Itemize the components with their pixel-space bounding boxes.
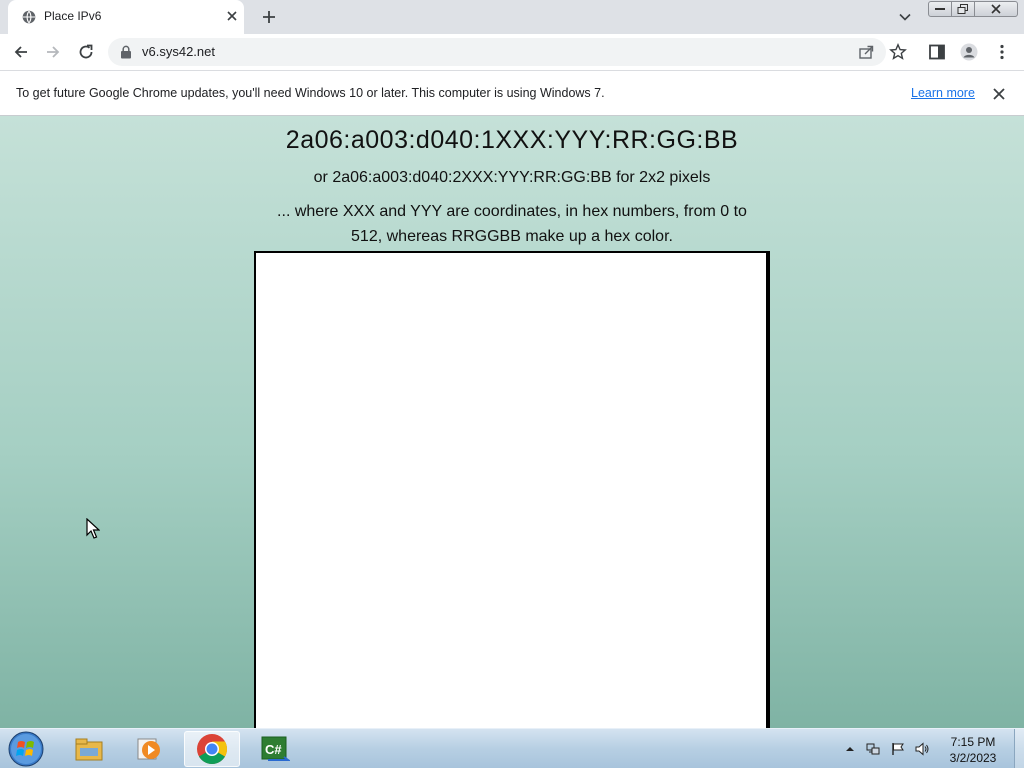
update-infobar: To get future Google Chrome updates, you… xyxy=(0,71,1024,116)
system-clock[interactable]: 7:15 PM 3/2/2023 xyxy=(945,734,1001,766)
star-icon[interactable] xyxy=(889,43,907,61)
chevron-down-icon[interactable] xyxy=(898,10,912,24)
taskbar-csharp[interactable]: C# xyxy=(247,731,303,767)
infobar-message: To get future Google Chrome updates, you… xyxy=(16,86,605,100)
csharp-icon: C# xyxy=(261,736,290,761)
network-icon[interactable] xyxy=(866,742,880,756)
action-center-flag-icon[interactable] xyxy=(891,742,905,756)
mouse-cursor-icon xyxy=(86,518,100,539)
taskbar-explorer[interactable] xyxy=(61,731,117,767)
address-bar[interactable]: v6.sys42.net xyxy=(108,38,886,66)
chrome-icon xyxy=(197,734,228,765)
profile-icon[interactable] xyxy=(960,43,978,61)
share-icon[interactable] xyxy=(858,44,874,60)
tray-expand-icon[interactable] xyxy=(845,742,855,756)
minimize-icon xyxy=(935,8,945,10)
windows-taskbar: C# 7:15 PM 3/2/2023 xyxy=(0,728,1024,768)
restore-button[interactable] xyxy=(951,1,975,17)
tab-title: Place IPv6 xyxy=(44,9,102,23)
taskbar-chrome[interactable] xyxy=(184,731,240,767)
windows-start-icon[interactable] xyxy=(6,730,46,768)
plus-icon[interactable] xyxy=(261,9,277,25)
side-panel-icon[interactable] xyxy=(928,43,946,61)
learn-more-link[interactable]: Learn more xyxy=(911,86,975,100)
clock-time: 7:15 PM xyxy=(950,735,996,749)
close-icon[interactable] xyxy=(992,87,1006,101)
explorer-icon xyxy=(75,738,103,761)
page-content: 2a06:a003:d040:1XXX:YYY:RR:GG:BB or 2a06… xyxy=(0,116,1024,731)
page-subtitle: or 2a06:a003:d040:2XXX:YYY:RR:GG:BB for … xyxy=(313,169,711,186)
volume-icon[interactable] xyxy=(915,742,929,756)
restore-icon xyxy=(957,4,968,14)
page-title: 2a06:a003:d040:1XXX:YYY:RR:GG:BB xyxy=(285,126,739,154)
tab-place-ipv6[interactable]: Place IPv6 xyxy=(8,0,244,34)
taskbar-media-player[interactable] xyxy=(121,731,177,767)
reload-icon[interactable] xyxy=(77,43,95,61)
svg-text:C#: C# xyxy=(265,742,282,757)
lock-icon[interactable] xyxy=(120,45,132,59)
window-close-button[interactable] xyxy=(974,1,1018,17)
url-text[interactable]: v6.sys42.net xyxy=(142,44,215,59)
close-icon[interactable] xyxy=(225,9,239,23)
tab-strip: Place IPv6 xyxy=(0,0,1024,34)
back-icon[interactable] xyxy=(12,43,30,61)
kebab-menu-icon[interactable] xyxy=(993,43,1011,61)
clock-date: 3/2/2023 xyxy=(949,751,997,765)
browser-toolbar: v6.sys42.net xyxy=(0,34,1024,71)
globe-icon xyxy=(22,10,36,24)
show-desktop-button[interactable] xyxy=(1014,729,1024,768)
media-player-icon xyxy=(137,738,160,760)
pixel-canvas[interactable] xyxy=(254,251,770,731)
forward-icon[interactable] xyxy=(44,43,62,61)
close-window-icon xyxy=(991,4,1001,14)
minimize-button[interactable] xyxy=(928,1,952,17)
page-description: ... where XXX and YYY are coordinates, i… xyxy=(277,203,747,245)
